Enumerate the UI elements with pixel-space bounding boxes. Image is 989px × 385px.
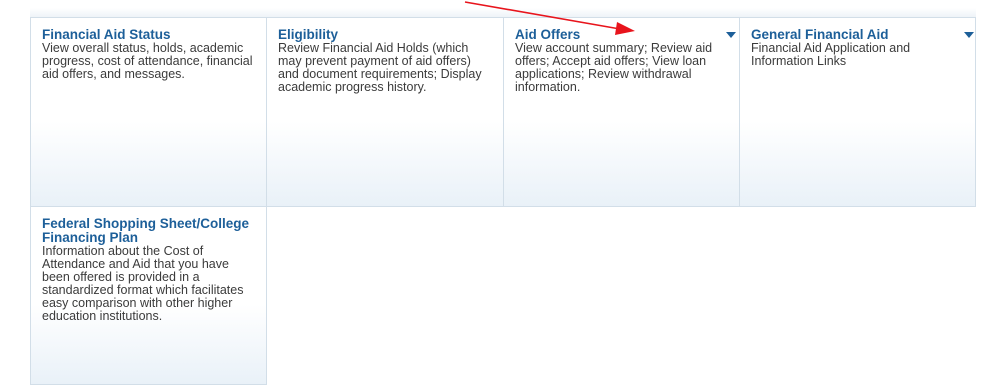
chevron-down-icon[interactable]: [726, 32, 736, 38]
tile-description: Financial Aid Application and Informatio…: [751, 41, 911, 68]
tile-description: View account summary; Review aid offers;…: [515, 41, 713, 94]
tile-title[interactable]: Financial Aid Status: [42, 28, 255, 42]
tile-aid-offers[interactable]: Aid Offers View account summary; Review …: [503, 17, 740, 207]
tile-financial-aid-status[interactable]: Financial Aid Status View overall status…: [30, 17, 267, 207]
tile-title[interactable]: Eligibility: [278, 28, 492, 42]
tile-description: Review Financial Aid Holds (which may pr…: [278, 41, 482, 94]
tile-title[interactable]: Aid Offers: [515, 28, 717, 42]
tile-title[interactable]: General Financial Aid: [751, 28, 953, 42]
tile-general-financial-aid[interactable]: General Financial Aid Financial Aid Appl…: [739, 17, 976, 207]
tile-description: View overall status, holds, academic pro…: [42, 41, 253, 81]
tile-eligibility[interactable]: Eligibility Review Financial Aid Holds (…: [266, 17, 504, 207]
chevron-down-icon[interactable]: [964, 32, 974, 38]
tile-federal-shopping-sheet[interactable]: Federal Shopping Sheet/College Financing…: [30, 206, 267, 385]
tile-description: Information about the Cost of Attendance…: [42, 244, 244, 323]
financial-aid-tile-grid: Financial Aid Status View overall status…: [30, 17, 976, 385]
tile-title[interactable]: Federal Shopping Sheet/College Financing…: [42, 217, 255, 245]
tiles-top-band: [30, 8, 976, 17]
